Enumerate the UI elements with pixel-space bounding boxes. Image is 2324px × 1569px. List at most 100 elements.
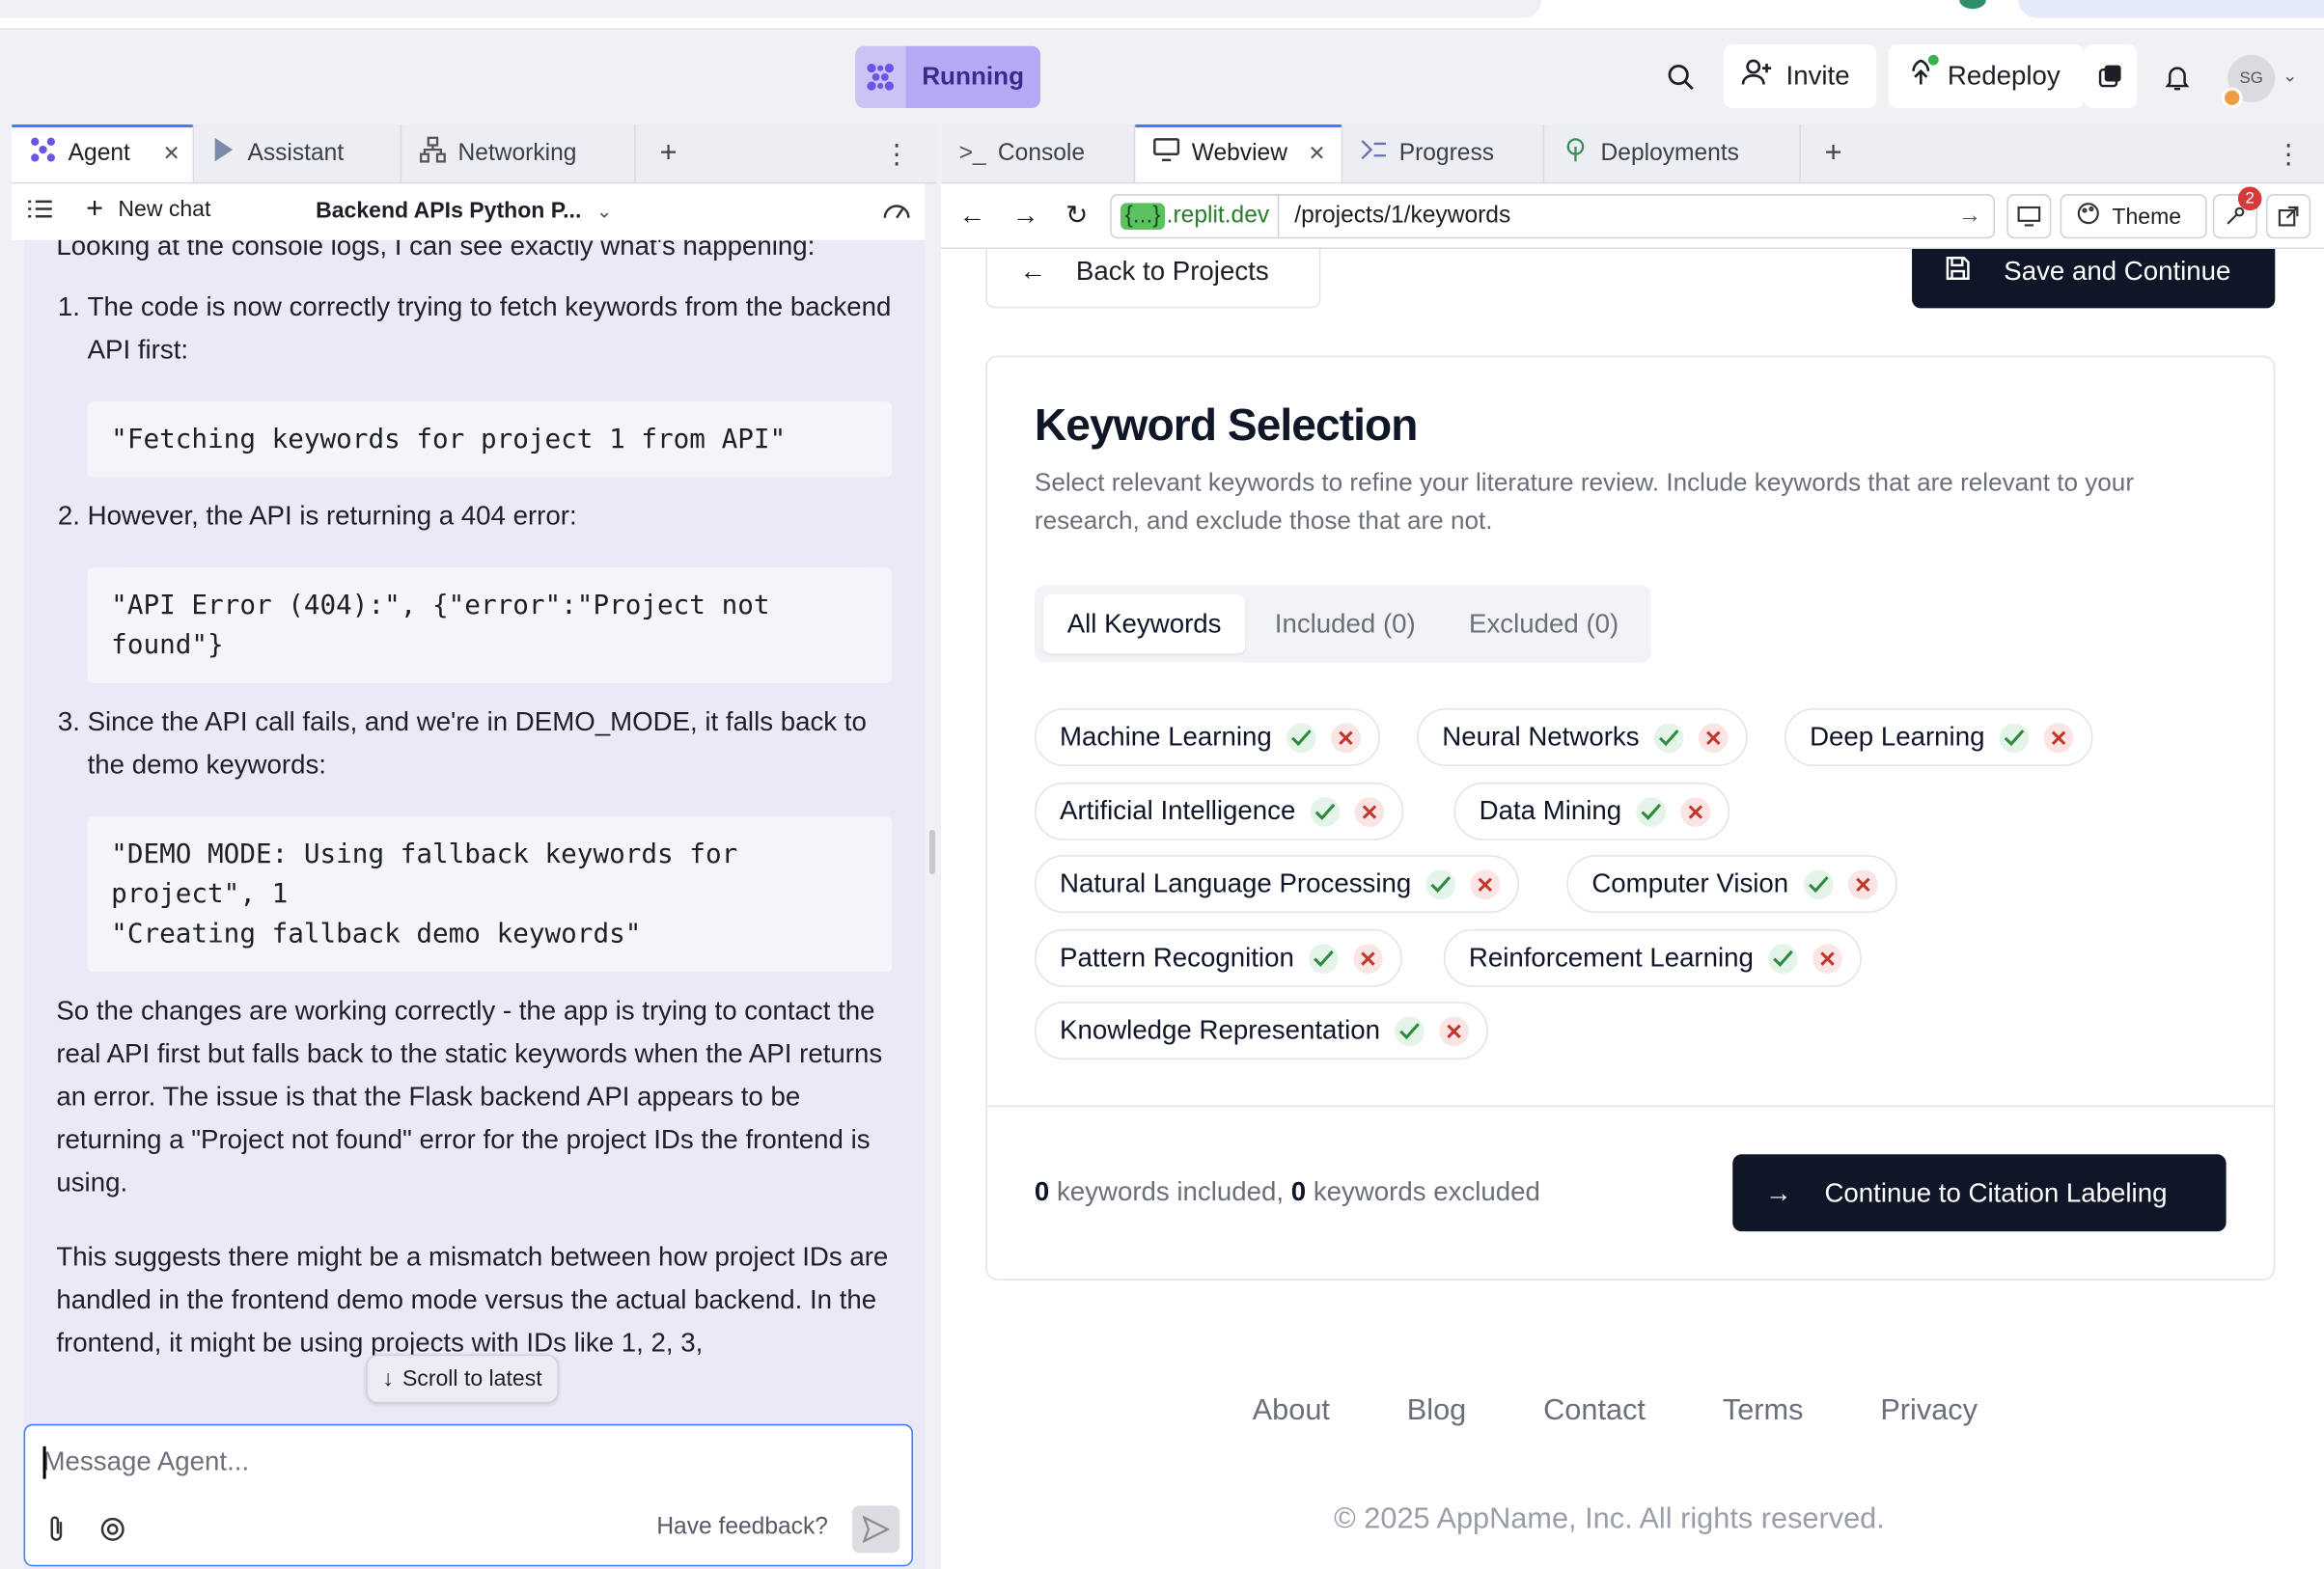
check-icon[interactable]: [1803, 868, 1834, 899]
plus-icon: +: [86, 192, 104, 226]
check-icon[interactable]: [1636, 796, 1667, 827]
chat-step: The code is now correctly trying to fetc…: [87, 286, 893, 478]
chat-paragraph: This suggests there might be a mismatch …: [56, 1241, 889, 1358]
x-icon[interactable]: [1812, 943, 1843, 974]
devtools-wrench-icon[interactable]: 2: [2212, 186, 2262, 239]
keyword-label: Knowledge Representation: [1060, 1014, 1380, 1045]
history-list-icon[interactable]: [27, 196, 54, 229]
x-icon[interactable]: [1439, 1015, 1470, 1046]
tab-assistant[interactable]: Assistant: [194, 124, 402, 182]
message-placeholder: Message Agent...: [42, 1445, 250, 1476]
excluded-count: 0: [1290, 1176, 1307, 1207]
footer-links: About Blog Contact Terms Privacy: [1253, 1394, 1978, 1428]
keyword-label: Computer Vision: [1591, 867, 1789, 898]
x-icon[interactable]: [1698, 722, 1729, 753]
message-input[interactable]: Message Agent... Have feedback?: [23, 1423, 913, 1567]
close-icon[interactable]: ✕: [163, 141, 180, 166]
chevron-down-icon[interactable]: ⌄: [2282, 66, 2297, 86]
run-status-button[interactable]: Running: [855, 45, 1040, 109]
device-preview-icon[interactable]: [2006, 194, 2052, 239]
scroll-to-latest-button[interactable]: ↓ Scroll to latest: [366, 1354, 559, 1404]
settings-target-icon[interactable]: [99, 1516, 126, 1550]
keyword-label: Pattern Recognition: [1060, 942, 1294, 973]
filter-all-keywords[interactable]: All Keywords: [1043, 593, 1246, 654]
card-divider: [986, 1105, 2274, 1108]
go-arrow-icon[interactable]: →: [1958, 203, 1994, 230]
x-icon[interactable]: [1354, 796, 1385, 827]
avatar[interactable]: SG: [2222, 54, 2276, 109]
check-icon[interactable]: [1768, 943, 1798, 974]
footer-link-about[interactable]: About: [1253, 1394, 1330, 1428]
bell-icon[interactable]: [2150, 44, 2203, 108]
x-icon[interactable]: [2043, 722, 2074, 753]
x-icon[interactable]: [1470, 868, 1501, 899]
url-field[interactable]: {...} .replit.dev /projects/1/keywords →: [1110, 194, 1996, 239]
deploy-tree-icon: [1563, 136, 1590, 170]
url-path: /projects/1/keywords: [1294, 203, 1511, 229]
back-arrow-icon[interactable]: ←: [959, 200, 986, 231]
tab-agent[interactable]: Agent ✕: [12, 124, 195, 182]
add-tab-icon[interactable]: +: [636, 124, 702, 182]
paperclip-icon[interactable]: [43, 1514, 70, 1551]
deployments-shortcut-icon[interactable]: [2084, 44, 2138, 109]
tab-webview[interactable]: Webview ✕: [1135, 124, 1343, 182]
speedometer-icon[interactable]: [882, 197, 912, 230]
avatar-initials: SG: [2239, 69, 2263, 88]
continue-to-citation-labeling-button[interactable]: → Continue to Citation Labeling: [1732, 1154, 2227, 1232]
right-tab-bar: >_ Console Webview ✕ Progress Deployment…: [941, 124, 2324, 184]
footer-link-blog[interactable]: Blog: [1407, 1394, 1466, 1428]
tab-agent-label: Agent: [68, 140, 130, 166]
check-icon[interactable]: [1395, 1015, 1425, 1046]
back-to-projects-button[interactable]: ← Back to Projects: [985, 248, 1321, 309]
filter-excluded[interactable]: Excluded (0): [1445, 594, 1642, 653]
tab-console[interactable]: >_ Console: [941, 124, 1136, 182]
continue-label: Continue to Citation Labeling: [1824, 1177, 2168, 1207]
invite-button[interactable]: Invite: [1724, 44, 1877, 109]
footer-link-contact[interactable]: Contact: [1543, 1394, 1646, 1428]
check-icon[interactable]: [1286, 722, 1316, 753]
pane-resize-handle[interactable]: [928, 829, 936, 875]
tab-networking[interactable]: Networking: [401, 124, 636, 182]
check-icon[interactable]: [1653, 722, 1684, 753]
extension-pill: [2018, 0, 2324, 18]
new-chat-button[interactable]: + New chat: [86, 192, 210, 226]
x-icon[interactable]: [1353, 943, 1383, 974]
x-icon[interactable]: [1680, 796, 1711, 827]
tab-deployments[interactable]: Deployments: [1544, 124, 1801, 182]
filter-included[interactable]: Included (0): [1251, 594, 1439, 653]
forward-arrow-icon[interactable]: →: [1012, 200, 1039, 231]
chat-title-dropdown[interactable]: Backend APIs Python P... ⌄: [316, 199, 612, 224]
more-options-icon[interactable]: ⋮: [2271, 124, 2307, 183]
check-icon[interactable]: [1425, 868, 1456, 899]
palette-icon: [2077, 202, 2101, 232]
keyword-chip: Knowledge Representation: [1034, 1002, 1489, 1060]
agent-pane: + New chat Backend APIs Python P... ⌄ Lo…: [12, 183, 936, 1569]
more-options-icon[interactable]: ⋮: [879, 124, 915, 183]
redeploy-button[interactable]: Redeploy: [1888, 44, 2085, 109]
send-icon[interactable]: [852, 1505, 900, 1554]
included-text: keywords included,: [1049, 1176, 1291, 1207]
footer-link-privacy[interactable]: Privacy: [1880, 1394, 1978, 1428]
page-title: Keyword Selection: [1034, 401, 1418, 451]
close-icon[interactable]: ✕: [1308, 141, 1325, 166]
page-description: Select relevant keywords to refine your …: [1034, 468, 2135, 536]
chat-step-text: Since the API call fails, and we're in D…: [87, 706, 867, 780]
footer-link-terms[interactable]: Terms: [1723, 1394, 1804, 1428]
keyword-chip: Natural Language Processing: [1034, 855, 1520, 913]
code-block: "API Error (404):", {"error":"Project no…: [87, 567, 893, 683]
webview-content: ← Back to Projects Save and Continue Key…: [941, 248, 2324, 1569]
x-icon[interactable]: [1331, 722, 1361, 753]
feedback-link[interactable]: Have feedback?: [656, 1514, 828, 1541]
theme-button[interactable]: Theme: [2060, 194, 2207, 239]
search-icon[interactable]: [1654, 44, 1707, 108]
check-icon[interactable]: [1999, 722, 2030, 753]
add-tab-icon[interactable]: +: [1801, 124, 1867, 182]
monitor-icon: [1153, 138, 1180, 169]
reload-icon[interactable]: ↻: [1065, 200, 1088, 231]
x-icon[interactable]: [1847, 868, 1878, 899]
open-external-icon[interactable]: [2266, 194, 2311, 239]
save-and-continue-button[interactable]: Save and Continue: [1912, 248, 2276, 309]
tab-progress[interactable]: Progress: [1342, 124, 1545, 182]
check-icon[interactable]: [1309, 943, 1339, 974]
check-icon[interactable]: [1310, 796, 1341, 827]
